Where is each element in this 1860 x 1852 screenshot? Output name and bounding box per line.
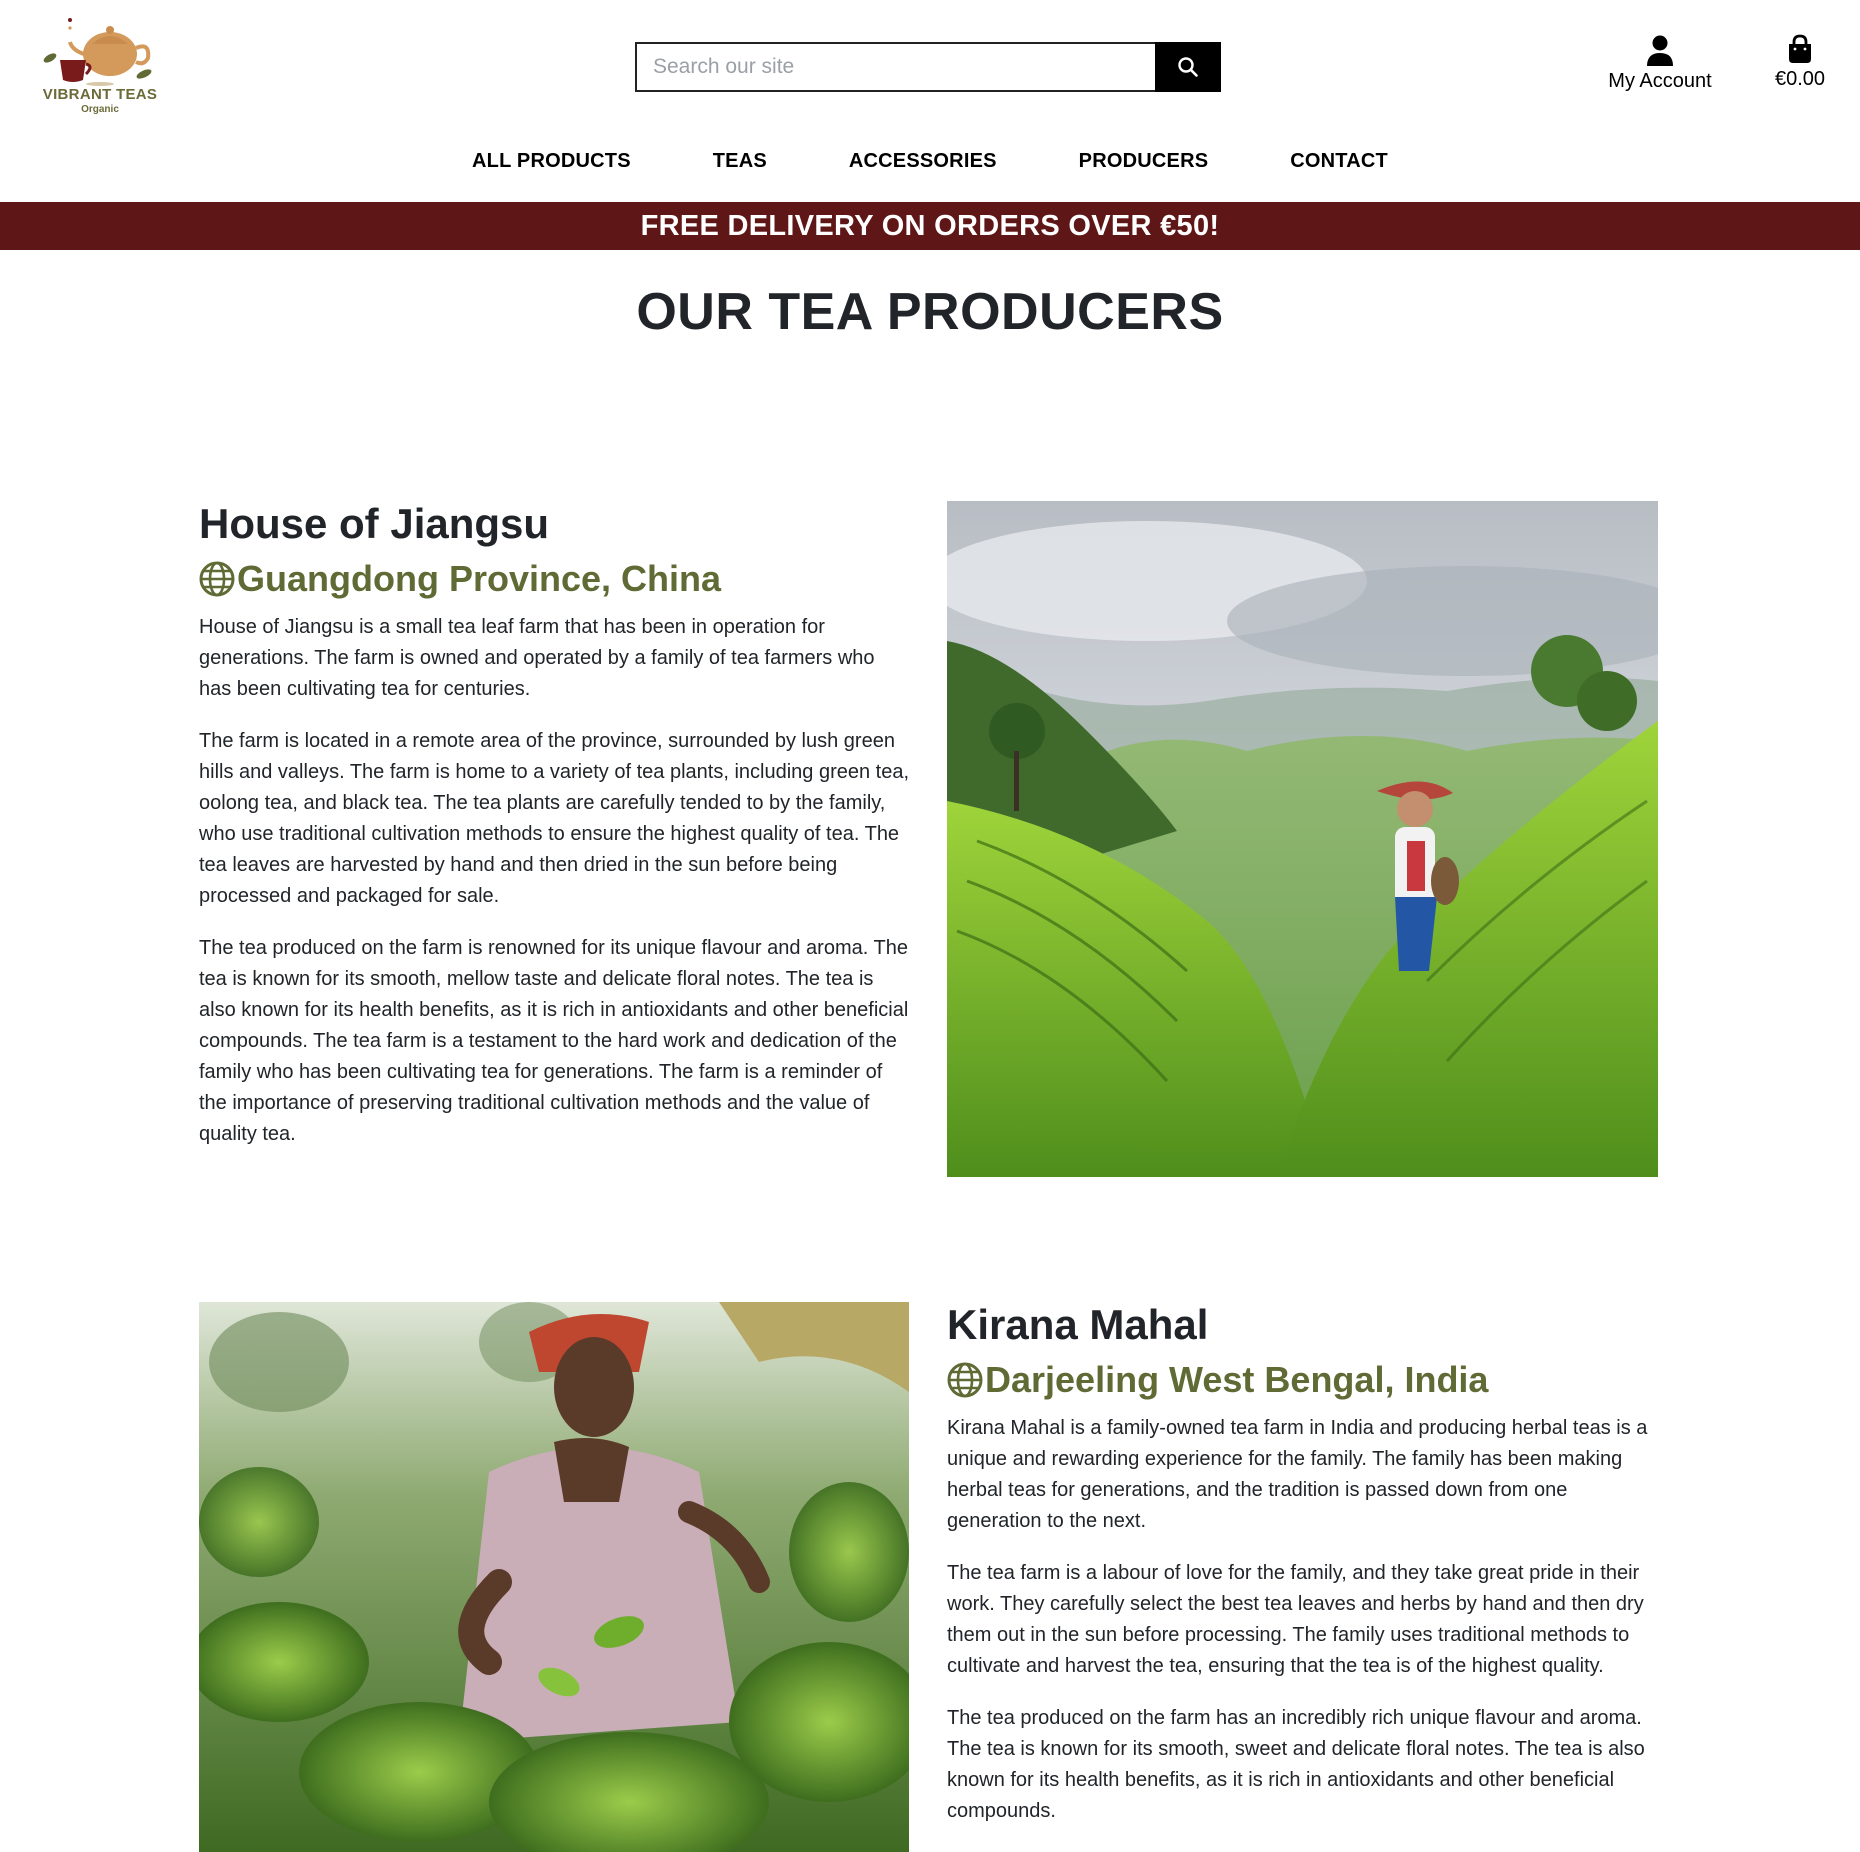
tea-plantation-image bbox=[947, 501, 1658, 1177]
producer-house-of-jiangsu: House of Jiangsu Guangdong Province, Chi… bbox=[199, 498, 911, 1171]
globe-icon bbox=[947, 1362, 983, 1398]
nav-item-all-products[interactable]: ALL PRODUCTS bbox=[472, 150, 631, 173]
producer-location: Darjeeling West Bengal, India bbox=[947, 1351, 1659, 1409]
producer-description-3: The tea produced on the farm is renowned… bbox=[199, 937, 909, 1145]
account-icon bbox=[1647, 35, 1673, 66]
producer-description-2: The tea farm is a labour of love for the… bbox=[947, 1562, 1644, 1677]
brand-logo[interactable]: VIBRANT TEAS Organic bbox=[40, 14, 160, 118]
teapot-logo-icon bbox=[43, 18, 152, 86]
my-account-label: My Account bbox=[1608, 70, 1712, 92]
search-input[interactable] bbox=[635, 42, 1155, 92]
producer-description-1: Kirana Mahal is a family-owned tea farm … bbox=[947, 1417, 1648, 1532]
producer-photo-tea-hills bbox=[947, 501, 1658, 1177]
my-account-link[interactable]: My Account bbox=[1590, 34, 1730, 98]
producer-location: Guangdong Province, China bbox=[199, 550, 911, 608]
producer-location-label: Darjeeling West Bengal, India bbox=[985, 1359, 1489, 1400]
cart-total: €0.00 bbox=[1774, 68, 1826, 90]
producer-description-1: House of Jiangsu is a small tea leaf far… bbox=[199, 616, 875, 700]
shopping-bag-icon bbox=[1789, 34, 1811, 63]
tea-picker-image bbox=[199, 1302, 909, 1852]
main-nav: ALL PRODUCTS TEAS ACCESSORIES PRODUCERS … bbox=[0, 150, 1860, 182]
page-title: OUR TEA PRODUCERS bbox=[636, 283, 1224, 341]
nav-item-producers[interactable]: PRODUCERS bbox=[1079, 150, 1209, 173]
producer-photo-tea-picker bbox=[199, 1302, 909, 1852]
search-form bbox=[635, 42, 1221, 92]
nav-item-teas[interactable]: TEAS bbox=[713, 150, 767, 173]
producer-name: House of Jiangsu bbox=[199, 500, 550, 547]
brand-name: VIBRANT TEAS bbox=[42, 86, 158, 103]
site-header: VIBRANT TEAS Organic My Account €0.00 AL… bbox=[0, 0, 1860, 202]
search-icon bbox=[1178, 57, 1198, 77]
producer-description-2: The farm is located in a remote area of … bbox=[199, 730, 910, 907]
producer-name: Kirana Mahal bbox=[947, 1301, 1209, 1348]
producer-description-3: The tea produced on the farm has an incr… bbox=[947, 1707, 1645, 1822]
globe-icon bbox=[199, 561, 235, 597]
nav-item-contact[interactable]: CONTACT bbox=[1290, 150, 1388, 173]
brand-tagline: Organic bbox=[81, 104, 119, 115]
free-delivery-banner: FREE DELIVERY ON ORDERS OVER €50! bbox=[0, 202, 1860, 250]
cart-link[interactable]: €0.00 bbox=[1760, 34, 1840, 98]
producer-kirana-mahal: Kirana Mahal Darjeeling West Bengal, Ind… bbox=[947, 1299, 1659, 1848]
search-button[interactable] bbox=[1155, 42, 1221, 92]
producer-location-label: Guangdong Province, China bbox=[237, 558, 722, 599]
nav-item-accessories[interactable]: ACCESSORIES bbox=[849, 150, 997, 173]
